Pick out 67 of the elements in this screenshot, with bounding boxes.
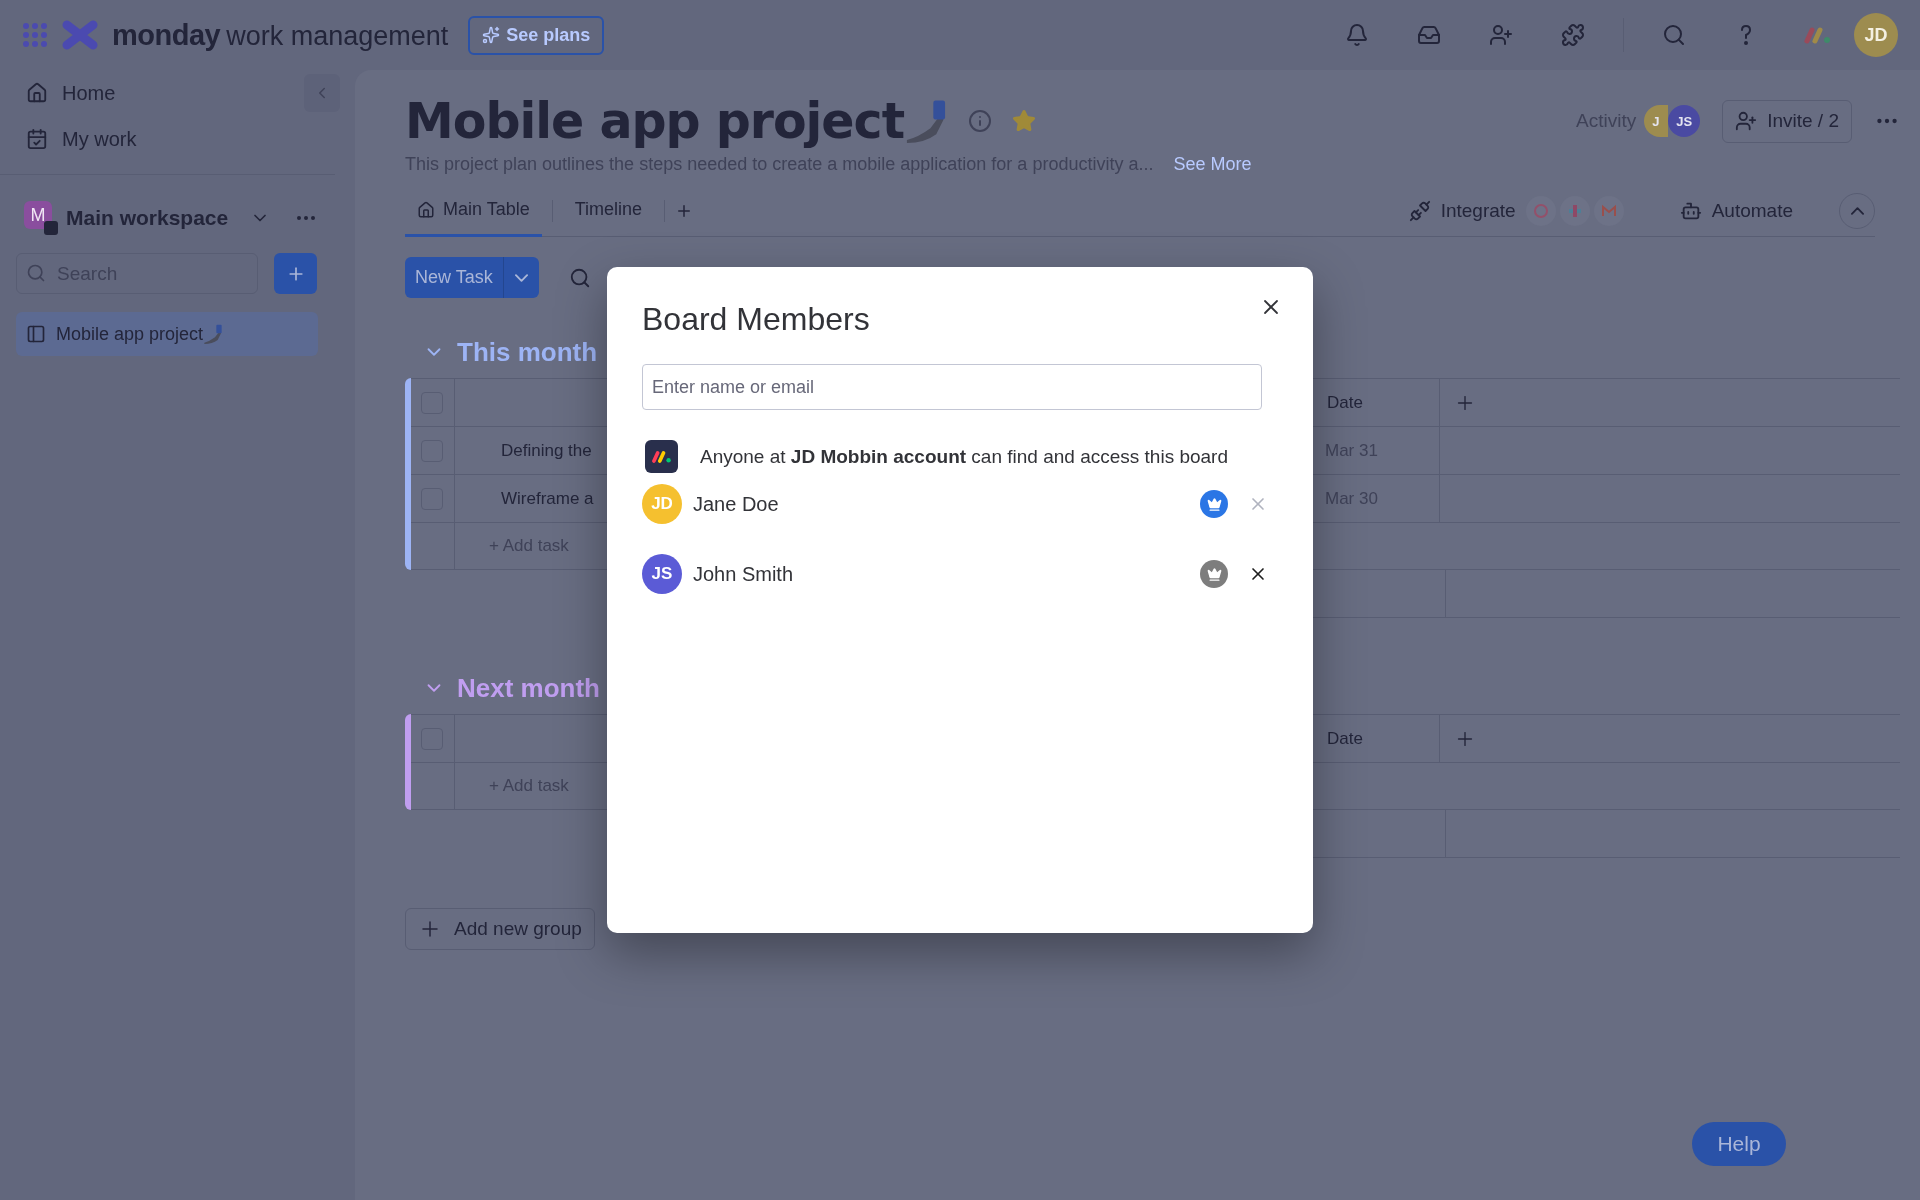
add-button[interactable] [274,253,317,294]
member-avatar: JS [642,554,682,594]
dialog-title: Board Members [642,301,870,338]
product-switcher-icon [1803,26,1833,44]
workspace-name[interactable]: Main workspace [66,206,229,230]
access-note: Anyone at JD Mobbin account can find and access this board [700,445,1228,468]
search-icon [26,263,46,283]
nav-label: My work [62,127,137,151]
sparkles-icon [482,26,501,44]
name-or-email-field[interactable]: Enter name or email [642,364,1262,410]
home-icon [417,200,435,219]
member-name: Jane Doe [693,492,779,516]
info-icon[interactable] [968,109,993,133]
new-task-menu-button[interactable] [502,257,539,298]
product-name: work management [226,20,449,52]
inbox-icon [1417,23,1441,47]
calendar-check-icon [26,128,48,150]
automate-button[interactable]: Automate [1673,198,1799,223]
member-avatar[interactable]: JS [1668,105,1701,137]
task-name[interactable]: Defining the [501,440,592,461]
home-icon [26,82,48,104]
puzzle-icon [1561,23,1585,47]
selfie-hand-icon [203,324,224,344]
group-title[interactable]: Next month [457,672,600,704]
integration-app-icon [1525,195,1556,226]
apps-grid-icon[interactable] [22,22,48,48]
nav-label: Home [62,81,116,105]
workspace-badge: M [24,201,52,229]
see-plans-button[interactable]: See plans [468,15,605,55]
board-label: Mobile app project [56,323,204,345]
person-plus-icon [1489,23,1513,47]
board-icon [26,324,46,344]
member-name: John Smith [693,562,794,586]
task-name[interactable]: Wireframe a [501,488,594,509]
invite-button[interactable]: Invite / 2 [1722,99,1852,143]
new-task-button[interactable]: New Task [405,257,503,298]
owner-crown-icon[interactable] [1200,560,1228,588]
person-plus-icon [1735,110,1758,132]
chevron-down-icon [514,273,528,282]
column-header: Date [1327,728,1363,749]
board-title: Mobile app project [405,92,905,150]
logo-icon [62,20,98,50]
bell-icon [1345,23,1369,47]
member-avatar: JD [642,484,682,524]
help-button[interactable]: Help [1692,1122,1786,1166]
star-icon[interactable] [1012,109,1037,133]
user-avatar[interactable]: JD [1854,13,1898,57]
group-title[interactable]: This month [457,336,598,368]
view-tab[interactable]: Timeline [562,185,655,237]
add-group-button[interactable]: Add new group [405,908,595,950]
column-header: Date [1327,392,1363,413]
integration-app-icon [1593,195,1624,226]
brand-name: monday [112,18,221,52]
unplug-icon [1408,199,1431,222]
owner-crown-icon[interactable] [1200,490,1228,518]
chevron-up-icon [1850,206,1864,215]
logo-stripes-icon [650,449,673,464]
nav-item[interactable]: My work [16,116,296,162]
see-more-link[interactable]: See More [1173,154,1252,175]
integrate-button[interactable]: Integrate [1402,198,1522,223]
search-icon [1662,23,1686,47]
integration-app-icon [1559,195,1590,226]
nav-item[interactable]: Home [16,70,296,116]
view-tab[interactable]: Main Table [405,185,542,237]
search-icon[interactable] [568,266,591,289]
member-avatar[interactable]: J [1644,105,1669,137]
board-item[interactable]: Mobile app project [16,312,318,356]
